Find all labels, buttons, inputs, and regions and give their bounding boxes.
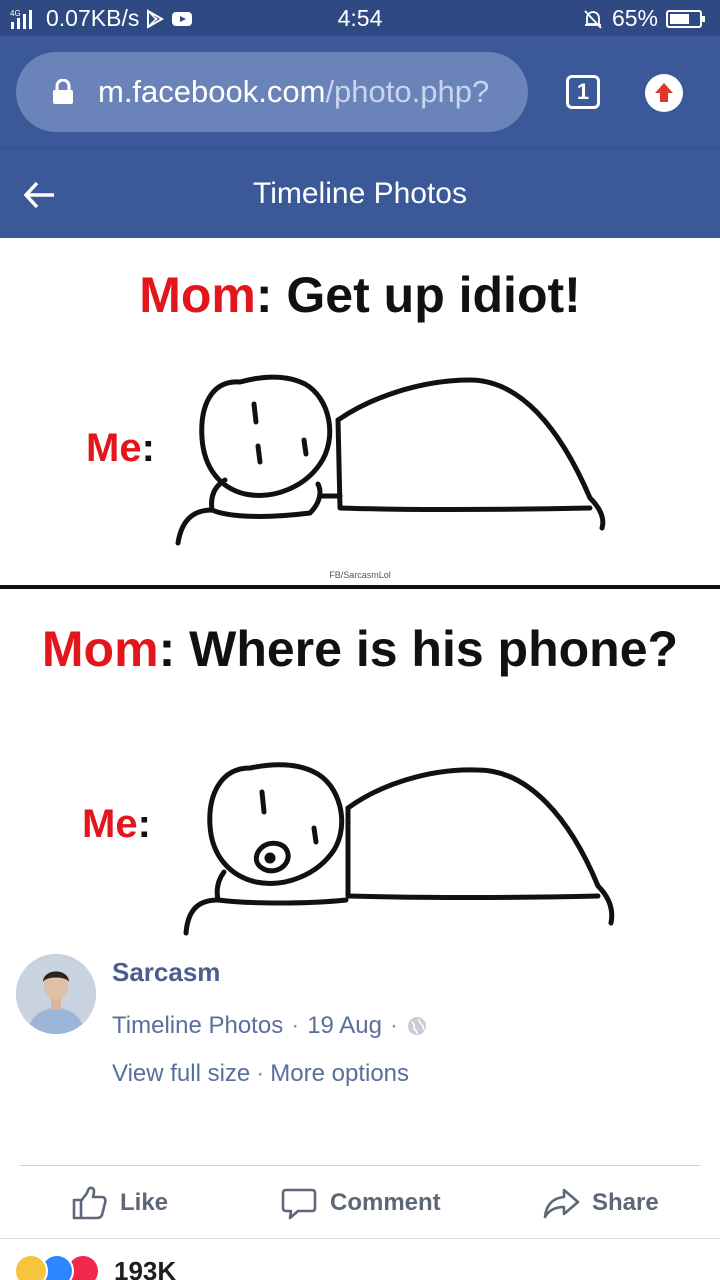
battery-icon [666,9,705,28]
surprised-figure-drawing [183,762,615,936]
comment-button[interactable]: Comment [280,1184,441,1222]
page-header: Timeline Photos [0,148,720,238]
post-date[interactable]: 19 Aug [307,1012,382,1040]
panel-divider [0,585,720,589]
share-label: Share [592,1189,659,1216]
share-button[interactable]: Share [542,1184,659,1222]
reaction-count: 193K [114,1255,177,1280]
comment-label: Comment [330,1189,441,1216]
tab-switcher-button[interactable]: 1 [566,75,600,109]
url-path: /photo.php? [325,74,490,109]
action-bar: Like Comment Share [0,1166,720,1238]
status-bar: 4G 0.07KB/s 4:54 65% [0,0,720,36]
post-links: View full size · More options [112,1060,410,1087]
battery-percent: 65% [611,5,658,31]
globe-icon [407,1017,426,1035]
url-text: m.facebook.com/photo.php? [98,74,489,110]
panel1-me-label: Me: [86,426,155,470]
browser-toolbar: m.facebook.com/photo.php? 1 [0,36,720,148]
watermark: FB/SarcasmLol [329,570,391,580]
url-host: m.facebook.com [98,74,326,109]
sleeping-figure-drawing [175,374,606,546]
page-title: Timeline Photos [253,177,467,210]
reactions-summary[interactable]: 193K [14,1254,176,1280]
post-source-link[interactable]: Timeline Photos [112,1012,283,1040]
comment-icon [281,1188,317,1220]
panel2-caption: Mom: Where is his phone? [41,621,679,677]
like-button[interactable]: Like [70,1184,168,1222]
post-photo[interactable]: Mom: Get up idiot! Me: FB/SarcasmLol Mom… [0,238,720,938]
post-meta: Timeline Photos · 19 Aug · [112,1012,428,1040]
arrow-up-icon [655,83,673,102]
panel2-me-label: Me: [82,802,151,846]
post-author[interactable]: Sarcasm [112,957,220,988]
update-button[interactable] [645,74,683,112]
profile-photo [16,954,96,1034]
more-options-link[interactable]: More options [270,1060,409,1087]
thumbs-up-icon [72,1186,107,1220]
address-bar[interactable]: m.facebook.com/photo.php? [16,52,528,132]
haha-icon [14,1254,48,1280]
like-label: Like [120,1189,169,1216]
view-full-size-link[interactable]: View full size [112,1060,250,1087]
share-icon [543,1188,580,1219]
divider [0,1238,720,1239]
avatar[interactable] [16,954,96,1034]
panel1-caption: Mom: Get up idiot! [139,267,581,323]
lock-icon [53,79,73,104]
bell-off-icon [584,9,602,29]
